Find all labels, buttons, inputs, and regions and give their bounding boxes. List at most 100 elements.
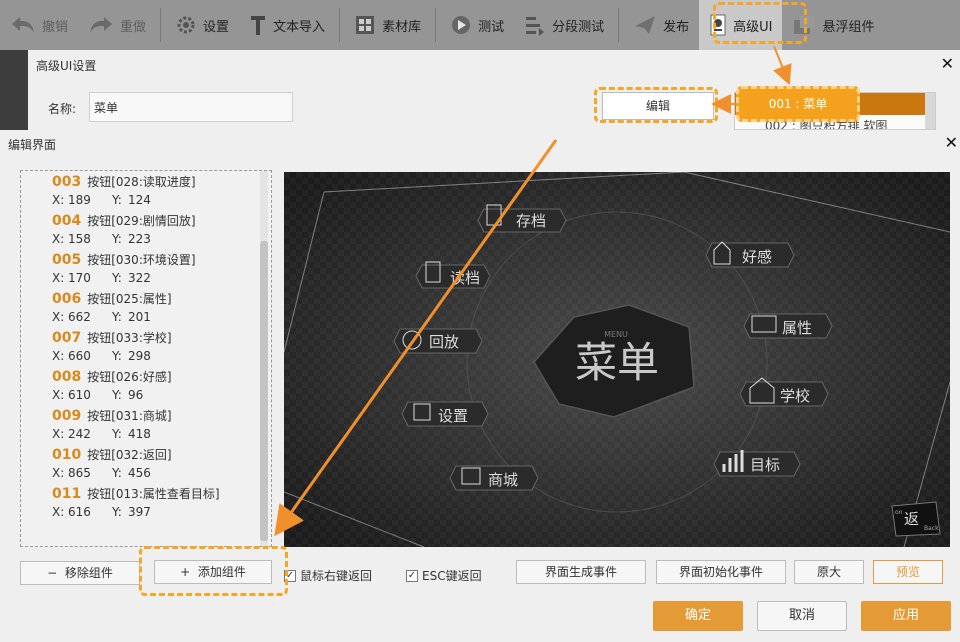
play-icon: [452, 16, 471, 34]
original-size-button[interactable]: 原大: [794, 560, 864, 584]
school-menu-button[interactable]: 学校: [739, 377, 829, 407]
component-y: 223: [128, 232, 151, 246]
text-import-button[interactable]: 文本导入: [239, 0, 335, 50]
edit-dialog-title: 编辑界面: [8, 138, 57, 152]
affection-menu-label: 好感: [742, 248, 772, 266]
main-toolbar: 撤销 重做 设置 文本导入 素材库 测试 分段测试 发布 高级UI 悬浮组件: [0, 0, 960, 50]
y-label: Y:: [112, 232, 122, 246]
component-id: 008: [52, 369, 82, 385]
component-list-item[interactable]: 006 按钮[025:属性] X: 662 Y: 201: [21, 288, 271, 327]
component-name: 按钮[029:剧情回放]: [87, 214, 196, 228]
affection-menu-button[interactable]: 好感: [705, 241, 795, 268]
redo-label: 重做: [120, 19, 147, 35]
edit-interface-dialog: 编辑界面 ✕ 003 按钮[028:读取进度] X: 189 Y: 124 004 按钮[02…: [0, 130, 960, 642]
component-items: 003 按钮[028:读取进度] X: 189 Y: 124 004 按钮[029:剧情回放]…: [21, 171, 271, 522]
library-icon: [356, 16, 375, 34]
segment-test-button[interactable]: 分段测试: [514, 0, 614, 50]
ok-button[interactable]: 确定: [653, 601, 743, 631]
component-name: 按钮[030:环境设置]: [87, 253, 196, 267]
settings-label: 设置: [203, 19, 230, 35]
undo-button[interactable]: 撤销: [0, 0, 78, 50]
remove-component-button[interactable]: − 移除组件: [20, 561, 140, 585]
preview-button[interactable]: 预览: [873, 560, 943, 584]
component-name: 按钮[033:学校]: [87, 331, 172, 345]
component-y: 298: [128, 349, 151, 363]
text-import-label: 文本导入: [273, 19, 326, 35]
y-label: Y:: [112, 310, 122, 324]
x-label: X:: [52, 505, 65, 519]
ui-init-event-button[interactable]: 界面初始化事件: [656, 560, 786, 584]
component-x: 662: [68, 310, 91, 324]
publish-label: 发布: [663, 19, 690, 35]
advanced-settings-title: 高级UI设置: [36, 59, 97, 73]
component-list-item[interactable]: 010 按钮[032:返回] X: 865 Y: 456: [21, 444, 271, 483]
component-x: 242: [68, 427, 91, 441]
ui-preview-canvas[interactable]: 菜单 MENU 存档 读档 回放 设置 商城 好感 属性 学校 目标 返 on …: [284, 172, 950, 547]
save-menu-button[interactable]: 存档: [477, 204, 567, 233]
component-list-item[interactable]: 009 按钮[031:商城] X: 242 Y: 418: [21, 405, 271, 444]
settings-button[interactable]: 设置: [165, 0, 239, 50]
advanced-ui-button[interactable]: 高级UI: [699, 0, 783, 50]
close-icon[interactable]: ✕: [945, 133, 958, 152]
goal-menu-button[interactable]: 目标: [713, 450, 801, 477]
side-dark-panel: [0, 50, 28, 130]
cancel-button[interactable]: 取消: [757, 601, 847, 631]
checkbox-checked-icon: ✓: [284, 569, 296, 582]
load-menu-label: 读档: [450, 269, 480, 287]
component-list-item[interactable]: 007 按钮[033:学校] X: 660 Y: 298: [21, 327, 271, 366]
library-button[interactable]: 素材库: [344, 0, 431, 50]
shop-menu-button[interactable]: 商城: [449, 465, 539, 491]
toolbar-divider: [160, 8, 162, 42]
goal-menu-label: 目标: [750, 456, 780, 474]
advanced-ui-icon: [710, 14, 726, 36]
ui-list-scrollbar[interactable]: [925, 93, 935, 129]
add-component-button[interactable]: + 添加组件: [154, 560, 272, 584]
right-click-return-checkbox[interactable]: ✓ 鼠标右键返回: [284, 567, 372, 584]
component-id: 010: [52, 447, 82, 463]
test-button[interactable]: 测试: [440, 0, 514, 50]
ui-create-event-button[interactable]: 界面生成事件: [516, 560, 646, 584]
floating-components-button[interactable]: 悬浮组件: [782, 0, 884, 50]
name-label: 名称:: [48, 102, 77, 116]
component-list-item[interactable]: 008 按钮[026:好感] X: 610 Y: 96: [21, 366, 271, 405]
component-name: 按钮[032:返回]: [87, 448, 172, 462]
publish-button[interactable]: 发布: [623, 0, 699, 50]
settings-menu-button[interactable]: 设置: [401, 401, 489, 427]
advanced-ui-label: 高级UI: [733, 19, 773, 35]
back-menu-caption-en: Back: [924, 525, 939, 532]
back-menu-button[interactable]: 返 on Back: [891, 501, 941, 537]
toolbar-divider: [435, 8, 437, 42]
name-input[interactable]: 菜单: [89, 92, 293, 122]
component-x: 865: [68, 466, 91, 480]
component-list-scroll-thumb[interactable]: [260, 241, 268, 541]
component-list: 003 按钮[028:读取进度] X: 189 Y: 124 004 按钮[029:剧情回放]…: [20, 170, 272, 547]
component-y: 201: [128, 310, 151, 324]
close-icon[interactable]: ✕: [941, 54, 954, 73]
undo-label: 撤销: [42, 19, 69, 35]
apply-button[interactable]: 应用: [861, 601, 951, 631]
replay-menu-button[interactable]: 回放: [393, 328, 483, 354]
gear-icon: [177, 16, 195, 34]
edit-button[interactable]: 编辑: [602, 92, 714, 120]
attributes-menu-button[interactable]: 属性: [743, 313, 833, 339]
component-id: 007: [52, 330, 82, 346]
minus-icon: −: [47, 566, 65, 580]
segment-test-icon: [526, 17, 545, 36]
component-list-item[interactable]: 003 按钮[028:读取进度] X: 189 Y: 124: [21, 171, 271, 210]
component-list-item[interactable]: 005 按钮[030:环境设置] X: 170 Y: 322: [21, 249, 271, 288]
y-label: Y:: [112, 388, 122, 402]
component-name: 按钮[028:读取进度]: [87, 175, 196, 189]
component-list-item[interactable]: 011 按钮[013:属性查看目标] X: 616 Y: 397: [21, 483, 271, 522]
component-name: 按钮[025:属性]: [87, 292, 172, 306]
component-x: 158: [68, 232, 91, 246]
esc-return-checkbox[interactable]: ✓ ESC键返回: [406, 567, 482, 584]
replay-menu-label: 回放: [429, 333, 459, 351]
undo-icon: [12, 17, 34, 33]
component-list-item[interactable]: 004 按钮[029:剧情回放] X: 158 Y: 223: [21, 210, 271, 249]
load-menu-button[interactable]: 读档: [415, 261, 491, 289]
settings-menu-label: 设置: [438, 407, 468, 425]
redo-button[interactable]: 重做: [78, 0, 156, 50]
esc-return-label: ESC键返回: [422, 569, 482, 583]
x-label: X:: [52, 193, 65, 207]
component-id: 009: [52, 408, 82, 424]
